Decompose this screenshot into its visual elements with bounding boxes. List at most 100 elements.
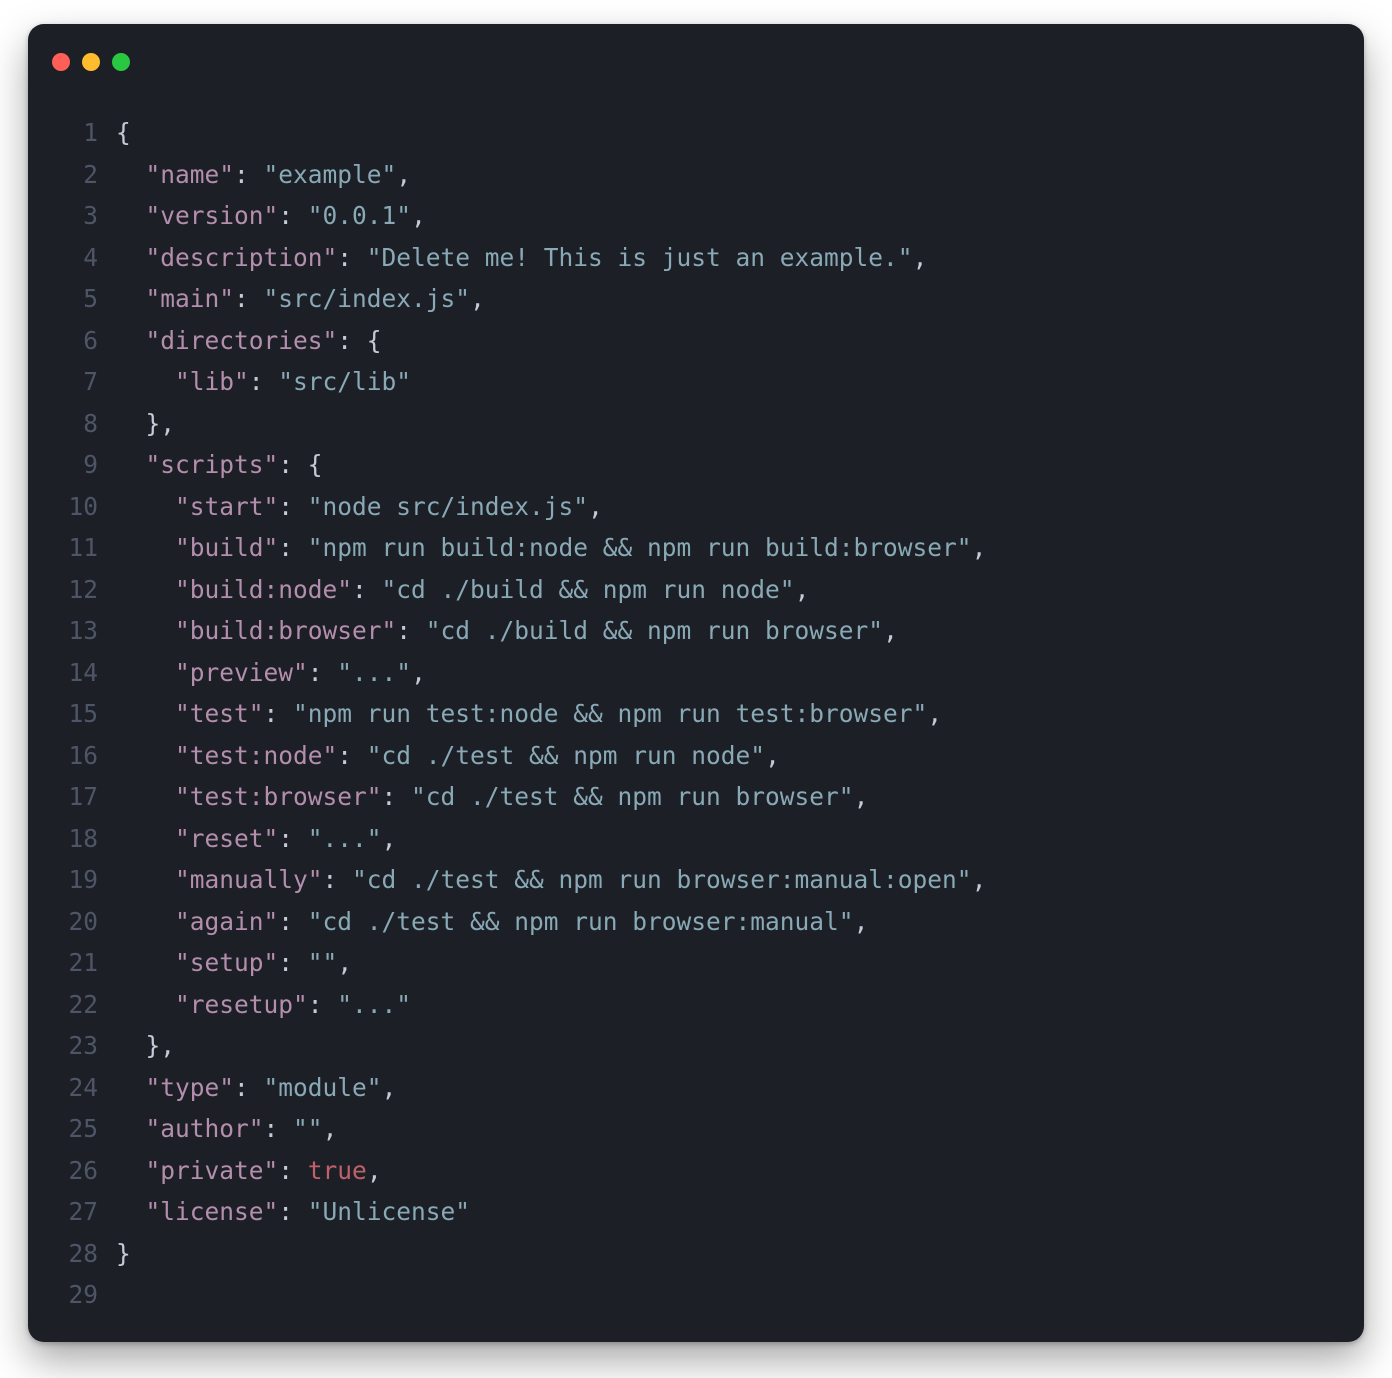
- code-line[interactable]: 5 "main": "src/index.js",: [28, 278, 1344, 320]
- token-p: ,: [854, 782, 869, 811]
- code-content[interactable]: "reset": "...",: [116, 818, 1344, 860]
- token-p: [116, 865, 175, 894]
- line-number: 3: [28, 195, 116, 237]
- code-line[interactable]: 18 "reset": "...",: [28, 818, 1344, 860]
- token-str: "0.0.1": [308, 201, 411, 230]
- code-line[interactable]: 8 },: [28, 403, 1344, 445]
- code-line[interactable]: 1{: [28, 112, 1344, 154]
- token-p: [116, 1114, 146, 1143]
- token-str: "example": [264, 160, 397, 189]
- code-line[interactable]: 26 "private": true,: [28, 1150, 1344, 1192]
- code-line[interactable]: 10 "start": "node src/index.js",: [28, 486, 1344, 528]
- zoom-icon[interactable]: [112, 53, 130, 71]
- token-p: ,: [765, 741, 780, 770]
- code-content[interactable]: "build:browser": "cd ./build && npm run …: [116, 610, 1344, 652]
- token-key: "private": [146, 1156, 279, 1185]
- code-line[interactable]: 29: [28, 1274, 1344, 1316]
- token-key: "name": [146, 160, 235, 189]
- line-number: 20: [28, 901, 116, 943]
- code-line[interactable]: 14 "preview": "...",: [28, 652, 1344, 694]
- token-key: "again": [175, 907, 278, 936]
- token-p: [116, 824, 175, 853]
- code-line[interactable]: 13 "build:browser": "cd ./build && npm r…: [28, 610, 1344, 652]
- token-p: :: [278, 1197, 308, 1226]
- code-content[interactable]: "private": true,: [116, 1150, 1344, 1192]
- token-p: },: [116, 1031, 175, 1060]
- code-content[interactable]: },: [116, 1025, 1344, 1067]
- code-line[interactable]: 25 "author": "",: [28, 1108, 1344, 1150]
- code-content[interactable]: "build": "npm run build:node && npm run …: [116, 527, 1344, 569]
- token-p: ,: [927, 699, 942, 728]
- code-line[interactable]: 9 "scripts": {: [28, 444, 1344, 486]
- token-key: "license": [146, 1197, 279, 1226]
- code-content[interactable]: "again": "cd ./test && npm run browser:m…: [116, 901, 1344, 943]
- code-content[interactable]: }: [116, 1233, 1344, 1275]
- code-line[interactable]: 17 "test:browser": "cd ./test && npm run…: [28, 776, 1344, 818]
- code-content[interactable]: "description": "Delete me! This is just …: [116, 237, 1344, 279]
- code-line[interactable]: 7 "lib": "src/lib": [28, 361, 1344, 403]
- token-str: "cd ./build && npm run node": [382, 575, 795, 604]
- token-str: "cd ./test && npm run browser": [411, 782, 854, 811]
- token-p: [116, 284, 146, 313]
- code-line[interactable]: 16 "test:node": "cd ./test && npm run no…: [28, 735, 1344, 777]
- token-p: [116, 948, 175, 977]
- token-p: ,: [396, 160, 411, 189]
- code-editor[interactable]: 1{2 "name": "example",3 "version": "0.0.…: [28, 82, 1364, 1342]
- token-p: :: [234, 160, 264, 189]
- code-content[interactable]: "test": "npm run test:node && npm run te…: [116, 693, 1344, 735]
- code-content[interactable]: },: [116, 403, 1344, 445]
- code-content[interactable]: "manually": "cd ./test && npm run browse…: [116, 859, 1344, 901]
- code-content[interactable]: "license": "Unlicense": [116, 1191, 1344, 1233]
- line-number: 14: [28, 652, 116, 694]
- code-content[interactable]: "author": "",: [116, 1108, 1344, 1150]
- code-content[interactable]: "scripts": {: [116, 444, 1344, 486]
- code-content[interactable]: "lib": "src/lib": [116, 361, 1344, 403]
- token-p: }: [116, 1239, 131, 1268]
- code-line[interactable]: 6 "directories": {: [28, 320, 1344, 362]
- code-line[interactable]: 3 "version": "0.0.1",: [28, 195, 1344, 237]
- token-p: [116, 243, 146, 272]
- code-content[interactable]: [116, 1274, 1344, 1316]
- code-line[interactable]: 11 "build": "npm run build:node && npm r…: [28, 527, 1344, 569]
- code-line[interactable]: 4 "description": "Delete me! This is jus…: [28, 237, 1344, 279]
- token-str: "cd ./test && npm run node": [367, 741, 765, 770]
- code-content[interactable]: "name": "example",: [116, 154, 1344, 196]
- code-content[interactable]: "setup": "",: [116, 942, 1344, 984]
- code-line[interactable]: 19 "manually": "cd ./test && npm run bro…: [28, 859, 1344, 901]
- line-number: 16: [28, 735, 116, 777]
- token-p: ,: [795, 575, 810, 604]
- token-p: : {: [337, 326, 381, 355]
- code-line[interactable]: 24 "type": "module",: [28, 1067, 1344, 1109]
- code-content[interactable]: "start": "node src/index.js",: [116, 486, 1344, 528]
- token-key: "lib": [175, 367, 249, 396]
- code-content[interactable]: "directories": {: [116, 320, 1344, 362]
- code-line[interactable]: 20 "again": "cd ./test && npm run browse…: [28, 901, 1344, 943]
- token-p: :: [278, 1156, 308, 1185]
- code-line[interactable]: 22 "resetup": "...": [28, 984, 1344, 1026]
- line-number: 19: [28, 859, 116, 901]
- code-line[interactable]: 2 "name": "example",: [28, 154, 1344, 196]
- code-content[interactable]: "test:node": "cd ./test && npm run node"…: [116, 735, 1344, 777]
- line-number: 8: [28, 403, 116, 445]
- token-p: ,: [972, 865, 987, 894]
- token-p: {: [116, 118, 131, 147]
- minimize-icon[interactable]: [82, 53, 100, 71]
- code-content[interactable]: "version": "0.0.1",: [116, 195, 1344, 237]
- token-p: ,: [883, 616, 898, 645]
- code-line[interactable]: 23 },: [28, 1025, 1344, 1067]
- close-icon[interactable]: [52, 53, 70, 71]
- code-line[interactable]: 12 "build:node": "cd ./build && npm run …: [28, 569, 1344, 611]
- code-content[interactable]: {: [116, 112, 1344, 154]
- code-line[interactable]: 27 "license": "Unlicense": [28, 1191, 1344, 1233]
- code-line[interactable]: 15 "test": "npm run test:node && npm run…: [28, 693, 1344, 735]
- code-content[interactable]: "main": "src/index.js",: [116, 278, 1344, 320]
- code-line[interactable]: 21 "setup": "",: [28, 942, 1344, 984]
- token-p: [116, 1197, 146, 1226]
- code-content[interactable]: "type": "module",: [116, 1067, 1344, 1109]
- line-number: 9: [28, 444, 116, 486]
- code-content[interactable]: "resetup": "...": [116, 984, 1344, 1026]
- code-content[interactable]: "build:node": "cd ./build && npm run nod…: [116, 569, 1344, 611]
- code-line[interactable]: 28}: [28, 1233, 1344, 1275]
- code-content[interactable]: "preview": "...",: [116, 652, 1344, 694]
- code-content[interactable]: "test:browser": "cd ./test && npm run br…: [116, 776, 1344, 818]
